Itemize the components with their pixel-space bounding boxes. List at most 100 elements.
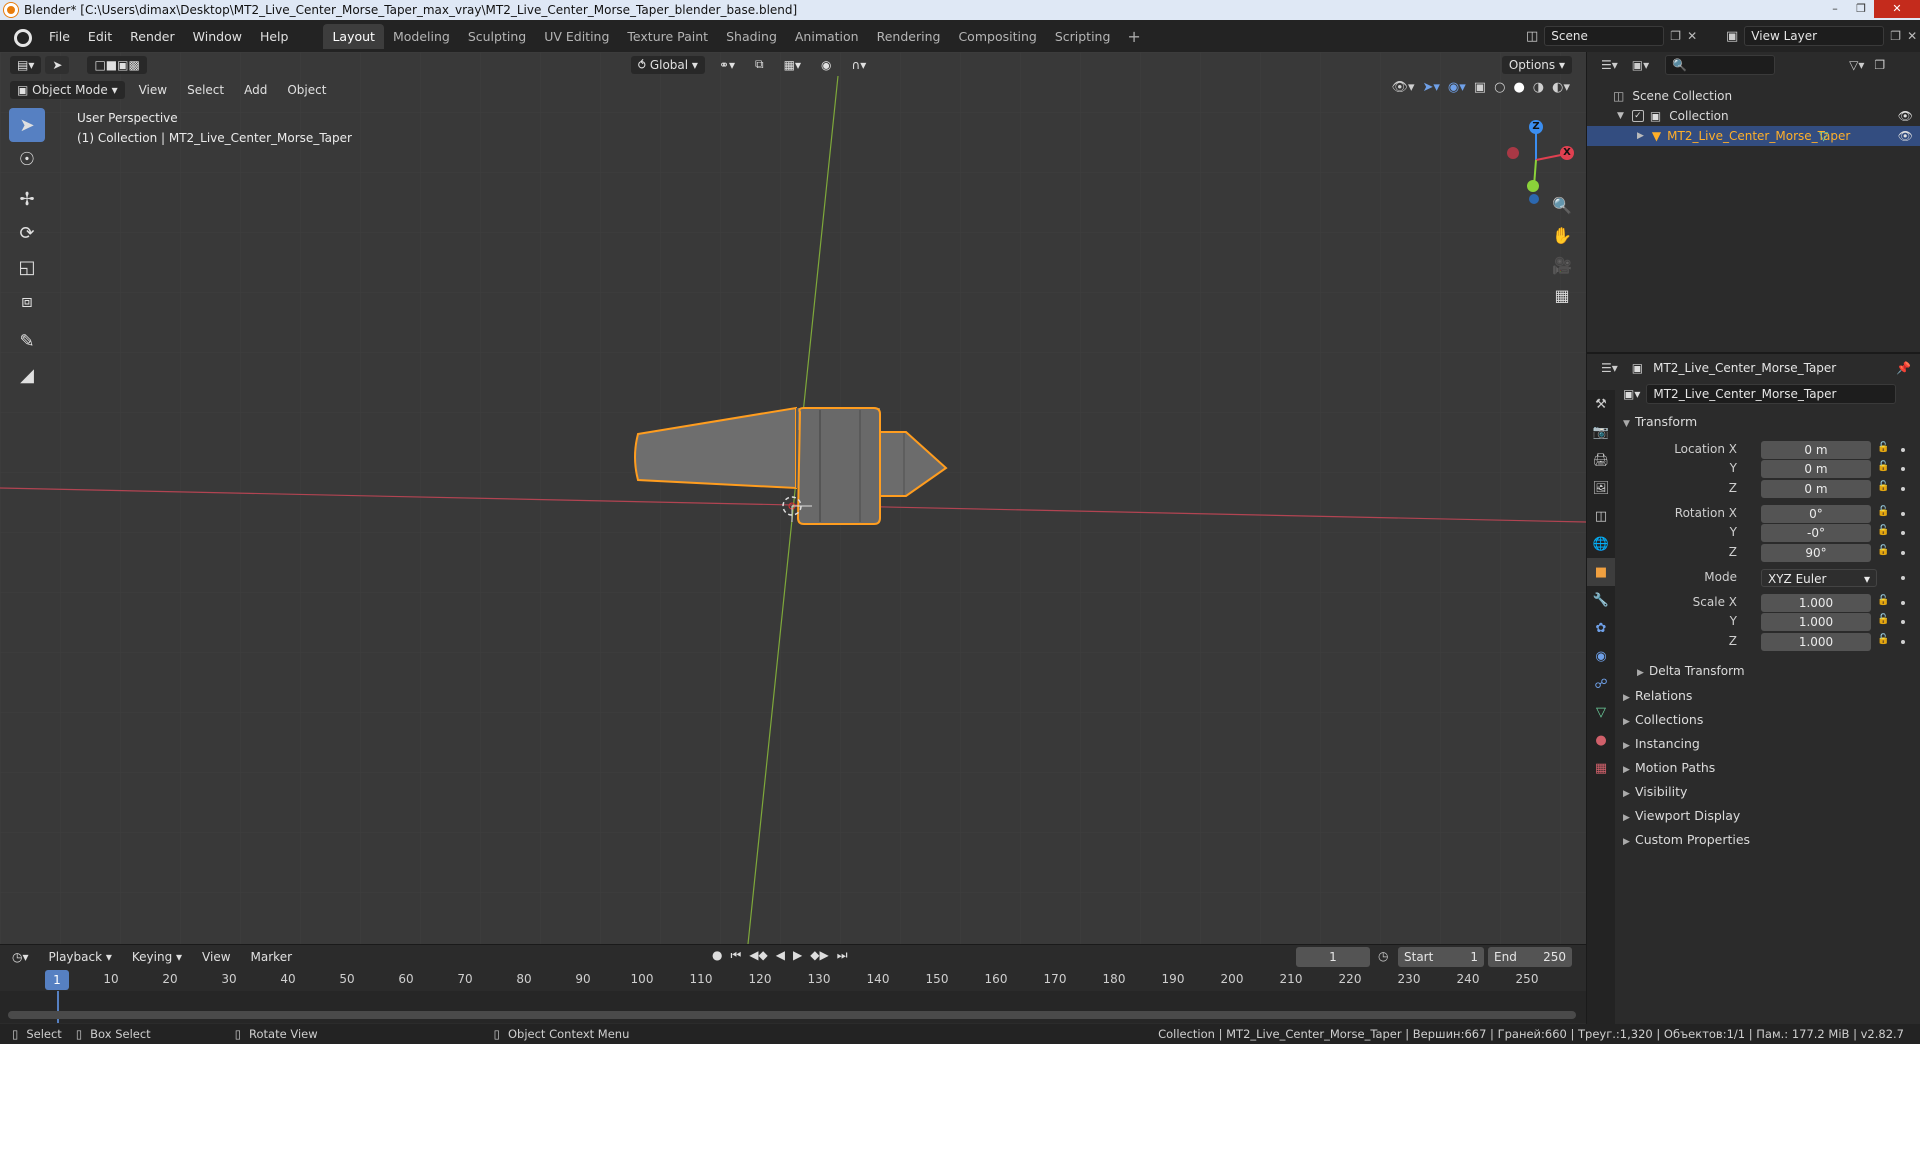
- keyframe-dot[interactable]: [1901, 487, 1905, 491]
- scene-icon[interactable]: ◫: [1526, 29, 1538, 44]
- blender-menu-icon[interactable]: [10, 27, 32, 47]
- outliner-search-input[interactable]: 🔍: [1665, 55, 1776, 75]
- visibility-icon[interactable]: 👁▾: [1391, 80, 1414, 95]
- outliner-row-object[interactable]: ▶ ▼ MT2_Live_Center_Morse_Taper ▽ 👁: [1587, 126, 1920, 146]
- outliner-editor-type-icon[interactable]: ☰▾: [1601, 58, 1618, 72]
- keyframe-dot[interactable]: [1901, 512, 1905, 516]
- solid-shading-icon[interactable]: ●: [1513, 80, 1524, 95]
- rendered-shading-icon[interactable]: ◐▾: [1552, 80, 1570, 95]
- cursor-tool-icon[interactable]: ☉: [9, 142, 45, 176]
- keyframe-dot[interactable]: [1901, 467, 1905, 471]
- play-reverse-icon[interactable]: ◀: [776, 948, 785, 963]
- location-x-field[interactable]: 0 m: [1761, 441, 1871, 459]
- viewport-menu-select[interactable]: Select: [177, 83, 234, 97]
- viewport-menu-view[interactable]: View: [129, 83, 177, 97]
- pin-icon[interactable]: 📌: [1896, 361, 1911, 375]
- lock-icon[interactable]: 🔓: [1877, 461, 1889, 472]
- zoom-icon[interactable]: 🔍: [1548, 192, 1576, 220]
- pan-hand-icon[interactable]: ✋: [1548, 222, 1576, 250]
- lock-icon[interactable]: 🔓: [1877, 614, 1889, 625]
- viewport-display-panel-header[interactable]: ▶ Viewport Display: [1623, 808, 1740, 823]
- jump-start-icon[interactable]: ⏮: [730, 948, 741, 963]
- relations-panel-header[interactable]: ▶ Relations: [1623, 688, 1692, 703]
- proportional-edit-icon[interactable]: ◉: [811, 58, 841, 72]
- jump-keyframe-forward-icon[interactable]: ◆▶: [810, 948, 828, 963]
- delete-view-layer-icon[interactable]: ✕: [1907, 29, 1917, 43]
- lock-icon[interactable]: 🔓: [1877, 525, 1889, 536]
- material-shading-icon[interactable]: ◑: [1533, 80, 1544, 95]
- menu-help[interactable]: Help: [251, 29, 298, 44]
- tab-animation[interactable]: Animation: [786, 24, 868, 49]
- timeline-menu-playback[interactable]: Playback ▾: [39, 950, 122, 964]
- tab-modeling[interactable]: Modeling: [384, 24, 459, 49]
- view-layer-icon[interactable]: ▣: [1726, 29, 1738, 44]
- location-y-field[interactable]: 0 m: [1761, 460, 1871, 478]
- expand-arrow-icon[interactable]: ▼: [1617, 111, 1624, 121]
- options-dropdown[interactable]: Options ▾: [1501, 55, 1572, 74]
- stopwatch-icon[interactable]: ◷: [1378, 949, 1388, 963]
- material-tab-icon[interactable]: ●: [1587, 726, 1615, 754]
- outliner-row-scene-collection[interactable]: ◫ Scene Collection: [1587, 86, 1920, 106]
- lock-icon[interactable]: 🔓: [1877, 595, 1889, 606]
- gizmo-y-axis[interactable]: [1527, 180, 1539, 192]
- expand-arrow-icon[interactable]: ▶: [1637, 131, 1644, 141]
- outliner-row-collection[interactable]: ▼ ✓ ▣ Collection 👁: [1587, 106, 1920, 126]
- tab-sculpting[interactable]: Sculpting: [459, 24, 535, 49]
- keyframe-dot[interactable]: [1901, 531, 1905, 535]
- filter-icon[interactable]: ▽▾: [1849, 58, 1864, 72]
- instancing-panel-header[interactable]: ▶ Instancing: [1623, 736, 1700, 751]
- keyframe-dot[interactable]: [1901, 620, 1905, 624]
- menu-edit[interactable]: Edit: [79, 29, 121, 44]
- new-collection-icon[interactable]: ❐: [1874, 58, 1885, 72]
- delta-transform-subpanel[interactable]: ▶ Delta Transform: [1637, 664, 1745, 678]
- tab-rendering[interactable]: Rendering: [868, 24, 950, 49]
- gizmo-toggle-icon[interactable]: ➤▾: [1423, 80, 1440, 95]
- scale-z-field[interactable]: 1.000: [1761, 633, 1871, 651]
- lock-icon[interactable]: 🔓: [1877, 481, 1889, 492]
- new-view-layer-icon[interactable]: ❐: [1890, 29, 1901, 43]
- camera-view-icon[interactable]: 🎥: [1548, 252, 1576, 280]
- timeline-editor-type-icon[interactable]: ◷▾: [0, 950, 39, 964]
- tab-texture-paint[interactable]: Texture Paint: [618, 24, 717, 49]
- data-tab-icon[interactable]: ▽: [1587, 698, 1615, 726]
- selection-mode-icons[interactable]: □■▣▩: [87, 55, 147, 74]
- transform-orientation-dropdown[interactable]: ⥀ Global ▾: [630, 55, 705, 74]
- keyframe-dot[interactable]: [1901, 601, 1905, 605]
- transform-tool-icon[interactable]: ⧈: [9, 284, 45, 318]
- rotation-mode-dropdown[interactable]: XYZ Euler ▾: [1761, 569, 1877, 587]
- keyframe-dot[interactable]: [1901, 448, 1905, 452]
- record-icon[interactable]: ●: [712, 948, 722, 963]
- 3d-viewport[interactable]: ▤▾ ➤ □■▣▩ ⥀ Global ▾ ⚭▾ ⧉ ▦▾ ◉ ∩▾ Option…: [0, 52, 1586, 944]
- keyframe-dot[interactable]: [1901, 551, 1905, 555]
- timeline-menu-view[interactable]: View: [192, 950, 240, 964]
- editor-type-icon[interactable]: ▤▾: [10, 55, 42, 74]
- new-scene-icon[interactable]: ❐: [1670, 29, 1681, 43]
- scale-x-field[interactable]: 1.000: [1761, 594, 1871, 612]
- mode-dropdown[interactable]: ▣ Object Mode ▾: [10, 80, 125, 99]
- lock-icon[interactable]: 🔓: [1877, 545, 1889, 556]
- ortho-toggle-icon[interactable]: ▦: [1548, 282, 1576, 310]
- object-datablock-icon[interactable]: ▣▾: [1623, 387, 1640, 401]
- gizmo-x-axis[interactable]: X: [1560, 146, 1574, 160]
- tab-layout[interactable]: Layout: [323, 23, 384, 49]
- visibility-panel-header[interactable]: ▶ Visibility: [1623, 784, 1687, 799]
- overlay-toggle-icon[interactable]: ◉▾: [1448, 80, 1466, 95]
- current-frame-field[interactable]: 1: [1296, 947, 1370, 967]
- eye-icon[interactable]: 👁: [1898, 109, 1913, 123]
- gizmo-neg-z-axis[interactable]: [1529, 194, 1539, 204]
- timeline-menu-marker[interactable]: Marker: [241, 950, 302, 964]
- snap-target-icon[interactable]: ▦▾: [774, 58, 811, 72]
- lock-icon[interactable]: 🔓: [1877, 442, 1889, 453]
- timeline-track-area[interactable]: [0, 991, 1586, 1023]
- gizmo-z-axis[interactable]: Z: [1529, 120, 1543, 134]
- select-box-tool-icon[interactable]: ➤: [9, 108, 45, 142]
- transform-panel-header[interactable]: ▼ Transform: [1623, 414, 1697, 429]
- pivot-icon[interactable]: ⚭▾: [709, 58, 745, 72]
- properties-editor-type-icon[interactable]: ☰▾: [1601, 361, 1618, 375]
- tab-scripting[interactable]: Scripting: [1046, 24, 1120, 49]
- tool-tab-icon[interactable]: ⚒: [1587, 390, 1615, 418]
- viewport-menu-object[interactable]: Object: [277, 83, 336, 97]
- rotation-z-field[interactable]: 90°: [1761, 544, 1871, 562]
- keyframe-dot[interactable]: [1901, 640, 1905, 644]
- falloff-icon[interactable]: ∩▾: [841, 58, 876, 72]
